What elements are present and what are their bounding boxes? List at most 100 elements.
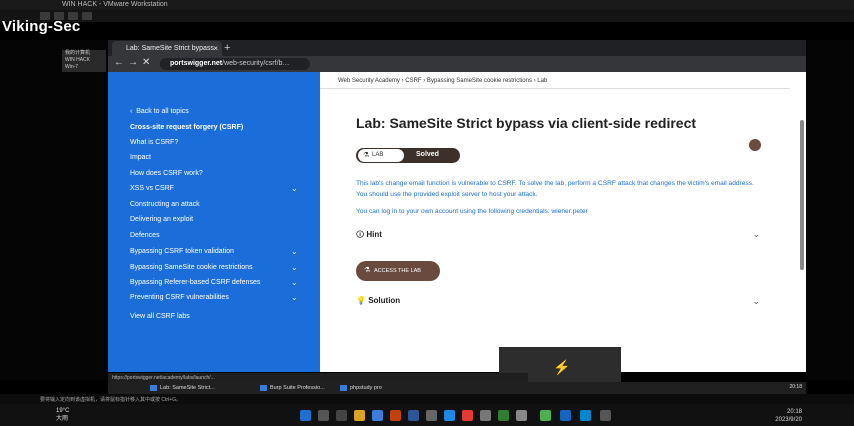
host-taskbar: 19°C 大雨 20:18 2023/9/20 [0,404,854,426]
chevron-down-icon[interactable]: ⌄ [291,263,298,272]
file-explorer-icon[interactable] [354,410,365,421]
weather-temp: 19°C [56,408,70,414]
solution-accordion[interactable]: 💡 Solution ⌄ [356,296,760,310]
app-icon[interactable] [580,410,591,421]
vm-status-text: 要将输入定向到该虚拟机，请将鼠标指针移入其中或按 Ctrl+G。 [40,397,181,403]
access-lab-label: ACCESS THE LAB [374,268,421,274]
lightbulb-icon: 🛈 [356,230,365,239]
watermark: Viking-Sec [2,18,81,35]
app-icon[interactable] [444,410,455,421]
divider [320,88,790,89]
weather-desc: 大雨 [56,416,69,422]
topic-sidebar: ‹ Back to all topics Cross-site request … [108,72,320,372]
start-icon[interactable] [300,410,311,421]
sidebar-item[interactable]: Cross-site request forgery (CSRF) [130,124,243,131]
vm-library-panel [0,40,108,380]
back-link[interactable]: ‹ Back to all topics [130,108,189,115]
vm-status-bar: 要将输入定向到该虚拟机，请将鼠标指针移入其中或按 Ctrl+G。 [0,394,854,404]
vm-right-margin [806,40,854,380]
url-path: /web-security/csrf/b… [222,60,290,67]
reload-icon[interactable]: ✕ [142,57,150,68]
page-title: Lab: SameSite Strict bypass via client-s… [356,115,697,131]
app-icon[interactable] [480,410,491,421]
close-tab-icon[interactable]: × [213,44,218,53]
lab-badge-text: LAB [372,152,384,158]
new-tab-button[interactable]: + [224,42,230,54]
vm-tree-item[interactable]: WIN HACK [62,57,106,64]
app-icon[interactable] [540,410,551,421]
sidebar-item[interactable]: Defences [130,232,160,239]
hint-accordion[interactable]: 🛈 Hint ⌄ [356,229,760,243]
host-clock: 20:18 2023/9/20 [775,408,802,424]
vm-clock: 20:18 [789,384,802,390]
lab-content: Web Security Academy › CSRF › Bypassing … [320,72,806,372]
taskbar-item-browser[interactable]: Lab: SameSite Strict... [148,383,215,393]
word-icon[interactable] [408,410,419,421]
sidebar-item[interactable]: XSS vs CSRF [130,185,174,192]
search-icon[interactable] [318,410,329,421]
browser-status-bar: https://portswigger.net/academy/labs/lau… [108,373,528,382]
back-icon[interactable]: ← [114,57,124,68]
vm-tree-item[interactable]: 我的计算机 [62,50,106,57]
app-icon[interactable] [498,410,509,421]
chevron-down-icon[interactable]: ⌄ [291,293,298,302]
tab-title: Lab: SameSite Strict bypass [126,45,214,52]
sidebar-item[interactable]: Bypassing Referer-based CSRF defenses [130,279,260,286]
app-icon[interactable] [600,410,611,421]
browser-tab[interactable]: Lab: SameSite Strict bypass × [112,41,222,56]
sidebar-item[interactable]: Delivering an exploit [130,216,193,223]
status-badge: ⚗ LAB Solved [356,148,460,163]
vm-taskbar: Lab: SameSite Strict... Burp Suite Profe… [108,382,806,394]
breadcrumb[interactable]: Web Security Academy › CSRF › Bypassing … [338,78,547,84]
sidebar-item[interactable]: How does CSRF work? [130,170,203,177]
lab-label: ⚗ LAB [358,149,404,162]
sidebar-item[interactable]: Bypassing CSRF token validation [130,248,234,255]
weather-widget[interactable]: 19°C 大雨 [56,407,69,423]
vm-tree-item[interactable]: Win-7 [62,64,106,71]
sidebar-item[interactable]: Bypassing SameSite cookie restrictions [130,264,253,271]
solved-label: Solved [416,151,439,158]
sidebar-item[interactable]: Preventing CSRF vulnerabilities [130,294,229,301]
url-field[interactable]: portswigger.net/web-security/csrf/b… [160,58,310,70]
share-icon[interactable] [749,139,761,151]
sidebar-item[interactable]: Impact [130,154,151,161]
lightbulb-icon: 💡 [356,296,366,305]
flask-icon: ⚗ [364,267,371,274]
flask-icon: ⚗ [363,152,370,159]
app-icon[interactable] [426,410,437,421]
chevron-down-icon[interactable]: ⌄ [291,247,298,256]
back-link-label: Back to all topics [136,108,189,115]
vm-title-bar: WIN HACK - VMware Workstation [0,0,854,10]
url-domain: portswigger.net [170,60,223,67]
taskbar-item-phpstudy[interactable]: phpstudy pro [338,383,382,393]
solution-label: Solution [368,296,401,305]
scrollbar[interactable] [800,120,804,270]
app-icon[interactable] [390,410,401,421]
task-view-icon[interactable] [336,410,347,421]
credentials-note: You can log in to your own account using… [356,208,588,215]
chevron-down-icon: ⌄ [752,229,760,239]
vm-fullscreen-icon[interactable] [82,12,92,20]
lightning-icon: ⚡ [553,359,571,375]
sidebar-item[interactable]: Constructing an attack [130,201,200,208]
vm-toolbar [0,10,854,22]
chevron-down-icon[interactable]: ⌄ [291,184,298,193]
edge-icon[interactable] [372,410,383,421]
lab-description: This lab's change email function is vuln… [356,180,754,198]
access-lab-button[interactable]: ⚗ ACCESS THE LAB [356,261,440,281]
hint-label: Hint [366,230,382,239]
sidebar-item[interactable]: View all CSRF labs [130,313,190,320]
chevron-down-icon[interactable]: ⌄ [291,278,298,287]
app-icon[interactable] [462,410,473,421]
vm-title: WIN HACK - VMware Workstation [62,1,168,8]
vm-tree: 我的计算机 WIN HACK Win-7 [62,50,106,72]
app-icon[interactable] [516,410,527,421]
status-url: https://portswigger.net/academy/labs/lau… [112,375,215,381]
sidebar-item[interactable]: What is CSRF? [130,139,178,146]
chevron-down-icon: ⌄ [752,296,760,306]
host-date: 2023/9/20 [775,417,802,423]
vmware-icon[interactable] [560,410,571,421]
taskbar-item-burp[interactable]: Burp Suite Professio... [258,383,325,393]
forward-icon[interactable]: → [128,57,138,68]
host-time: 20:18 [786,409,802,415]
